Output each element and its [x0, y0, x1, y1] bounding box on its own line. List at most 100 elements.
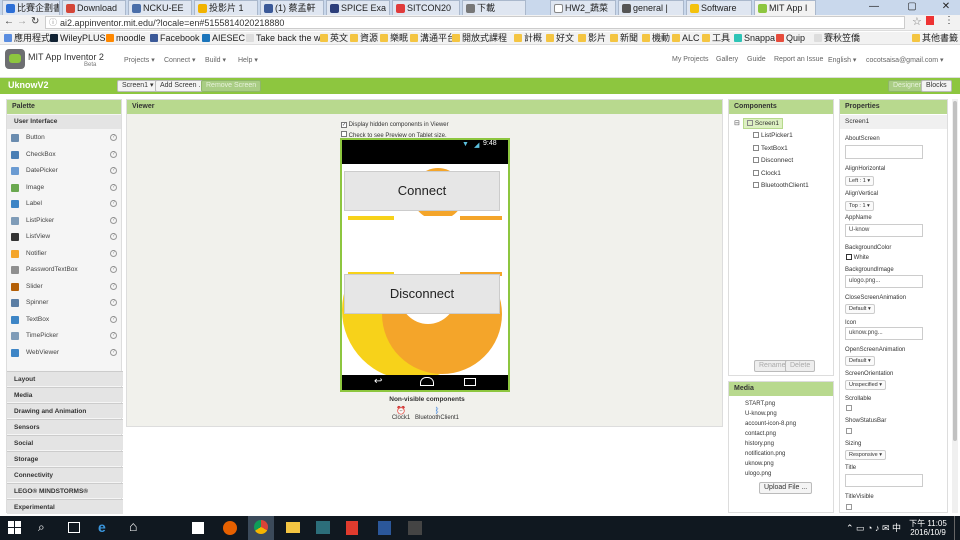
bookmark[interactable]: 賽秋笠僑: [814, 32, 860, 44]
screen-orientation-select[interactable]: Unspecified ▾: [845, 380, 887, 390]
bookmark-folder[interactable]: ALC: [672, 32, 700, 44]
page-scrollbar[interactable]: [952, 99, 958, 513]
language-menu[interactable]: English ▾: [828, 56, 856, 64]
tray-icons[interactable]: ⌃ ▭ ◔ ♪ ✉ 中: [846, 521, 901, 534]
palette-item-image[interactable]: Image?: [7, 180, 121, 196]
other-bookmarks[interactable]: 其他書籤: [912, 32, 958, 44]
display-hidden-checkbox[interactable]: ✓: [341, 122, 347, 128]
media-file[interactable]: START.png: [745, 401, 775, 407]
palette-item-slider[interactable]: Slider?: [7, 279, 121, 295]
tree-item-disconnect[interactable]: Disconnect: [753, 157, 793, 164]
close-icon[interactable]: ✕: [934, 0, 958, 15]
android-recents-icon[interactable]: [464, 378, 476, 386]
task-view-icon[interactable]: [68, 522, 80, 533]
app-icon[interactable]: [408, 521, 422, 535]
browser-tab[interactable]: (1) 蔡孟軒: [260, 0, 324, 15]
palette-item-label[interactable]: Label?: [7, 196, 121, 212]
palette-item-listview[interactable]: ListView?: [7, 229, 121, 245]
delete-button[interactable]: Delete: [785, 360, 816, 372]
bookmark-folder[interactable]: 英文: [320, 32, 348, 44]
category-social[interactable]: Social: [7, 435, 123, 450]
palette-item-datepicker[interactable]: DatePicker?: [7, 163, 121, 179]
bookmark[interactable]: WileyPLUS: [50, 32, 106, 44]
category-sensors[interactable]: Sensors: [7, 419, 123, 434]
background-image-picker[interactable]: ulogo.png...: [845, 275, 923, 288]
media-file[interactable]: U-know.png: [745, 411, 777, 417]
help-icon[interactable]: ?: [110, 332, 117, 339]
help-icon[interactable]: ?: [110, 299, 117, 306]
background-color-picker[interactable]: White: [846, 254, 869, 261]
browser-tab[interactable]: Software: [686, 0, 752, 15]
menu-build[interactable]: Build ▾: [205, 56, 226, 64]
bookmark-folder[interactable]: 好文: [546, 32, 574, 44]
media-file[interactable]: account-icon-8.png: [745, 421, 796, 427]
media-file[interactable]: contact.png: [745, 431, 776, 437]
category-experimental[interactable]: Experimental: [7, 499, 123, 514]
display-hidden-option[interactable]: ✓ Display hidden components in Viewer: [341, 122, 449, 128]
palette-item-spinner[interactable]: Spinner?: [7, 295, 121, 311]
sizing-select[interactable]: Responsive ▾: [845, 450, 887, 460]
palette-item-listpicker[interactable]: ListPicker?: [7, 213, 121, 229]
store-icon[interactable]: [192, 522, 204, 534]
browser-tab-active[interactable]: MIT App I: [754, 0, 816, 15]
palette-item-checkbox[interactable]: CheckBox?: [7, 147, 121, 163]
bookmark-folder[interactable]: 計概: [514, 32, 542, 44]
bookmark-folder[interactable]: 資源: [350, 32, 378, 44]
palette-item-webviewer[interactable]: WebViewer?: [7, 345, 121, 361]
extension-icon[interactable]: [926, 16, 934, 25]
menu-icon[interactable]: ⋮: [944, 15, 954, 26]
media-file[interactable]: history.png: [745, 441, 774, 447]
tree-item-screen1[interactable]: Screen1: [743, 118, 784, 129]
bookmark-folder[interactable]: 影片: [578, 32, 606, 44]
bookmark-folder[interactable]: 樂眠: [380, 32, 408, 44]
nonvisible-clock[interactable]: ⏰ Clock1: [389, 406, 413, 421]
bookmark-folder[interactable]: 工具: [702, 32, 730, 44]
acrobat-icon[interactable]: [346, 521, 358, 535]
media-file[interactable]: notification.png: [745, 451, 785, 457]
nonvisible-bluetooth[interactable]: ᛒ BluetoothClient1: [413, 406, 461, 421]
scrollbar-thumb[interactable]: [953, 101, 957, 441]
help-icon[interactable]: ?: [110, 315, 117, 323]
tree-item-clock1[interactable]: Clock1: [753, 169, 781, 177]
close-animation-select[interactable]: Default ▾: [845, 304, 875, 314]
menu-projects[interactable]: Projects ▾: [124, 56, 155, 64]
category-layout[interactable]: Layout: [7, 371, 123, 386]
help-icon[interactable]: ?: [110, 266, 117, 273]
align-horizontal-select[interactable]: Left : 1 ▾: [845, 176, 875, 186]
align-vertical-select[interactable]: Top : 1 ▾: [845, 201, 874, 211]
help-icon[interactable]: ?: [110, 233, 117, 240]
browser-tab[interactable]: NCKU-EE: [128, 0, 192, 15]
browser-tab[interactable]: 投影片 1: [194, 0, 258, 15]
tree-item-textbox1[interactable]: TextBox1: [753, 144, 788, 152]
tablet-preview-checkbox[interactable]: [341, 131, 347, 137]
bookmark-folder[interactable]: 機動: [642, 32, 670, 44]
account-menu[interactable]: cocotsaisa@gmail.com ▾: [866, 56, 944, 64]
app-inventor-logo-icon[interactable]: [5, 49, 25, 69]
bookmark[interactable]: AIESEC: [202, 32, 245, 44]
star-icon[interactable]: ☆: [912, 15, 922, 28]
search-icon[interactable]: ⌕: [38, 520, 45, 535]
palette-item-passwordtextbox[interactable]: PasswordTextBox?: [7, 262, 121, 278]
browser-tab[interactable]: 比賽企劃書: [2, 0, 60, 15]
bookmark-apps[interactable]: 應用程式: [4, 32, 50, 44]
connect-button[interactable]: Connect: [344, 171, 500, 211]
tree-item-listpicker1[interactable]: ListPicker1: [753, 132, 793, 139]
title-input[interactable]: [845, 474, 923, 487]
reload-icon[interactable]: ↻: [31, 16, 39, 27]
browser-tab[interactable]: general |: [618, 0, 684, 15]
category-lego-mindstorms-[interactable]: LEGO® MINDSTORMS®: [7, 483, 123, 498]
edge-icon[interactable]: e: [98, 519, 106, 535]
maximize-icon[interactable]: ▢: [900, 0, 924, 15]
category-user-interface[interactable]: User Interface: [7, 115, 121, 129]
menu-help[interactable]: Help ▾: [238, 56, 258, 64]
category-drawing-and-animation[interactable]: Drawing and Animation: [7, 403, 123, 418]
about-screen-input[interactable]: [845, 145, 923, 159]
android-home-icon[interactable]: [420, 377, 434, 386]
browser-tab[interactable]: HW2_蔬菜: [550, 0, 616, 15]
media-file[interactable]: uknow.png: [745, 461, 774, 467]
help-icon[interactable]: ?: [110, 200, 117, 207]
home-icon[interactable]: ⌂: [129, 518, 137, 534]
help-icon[interactable]: ?: [110, 282, 117, 290]
remove-screen-button[interactable]: Remove Screen: [201, 80, 262, 92]
bookmark[interactable]: Facebook: [150, 32, 200, 44]
